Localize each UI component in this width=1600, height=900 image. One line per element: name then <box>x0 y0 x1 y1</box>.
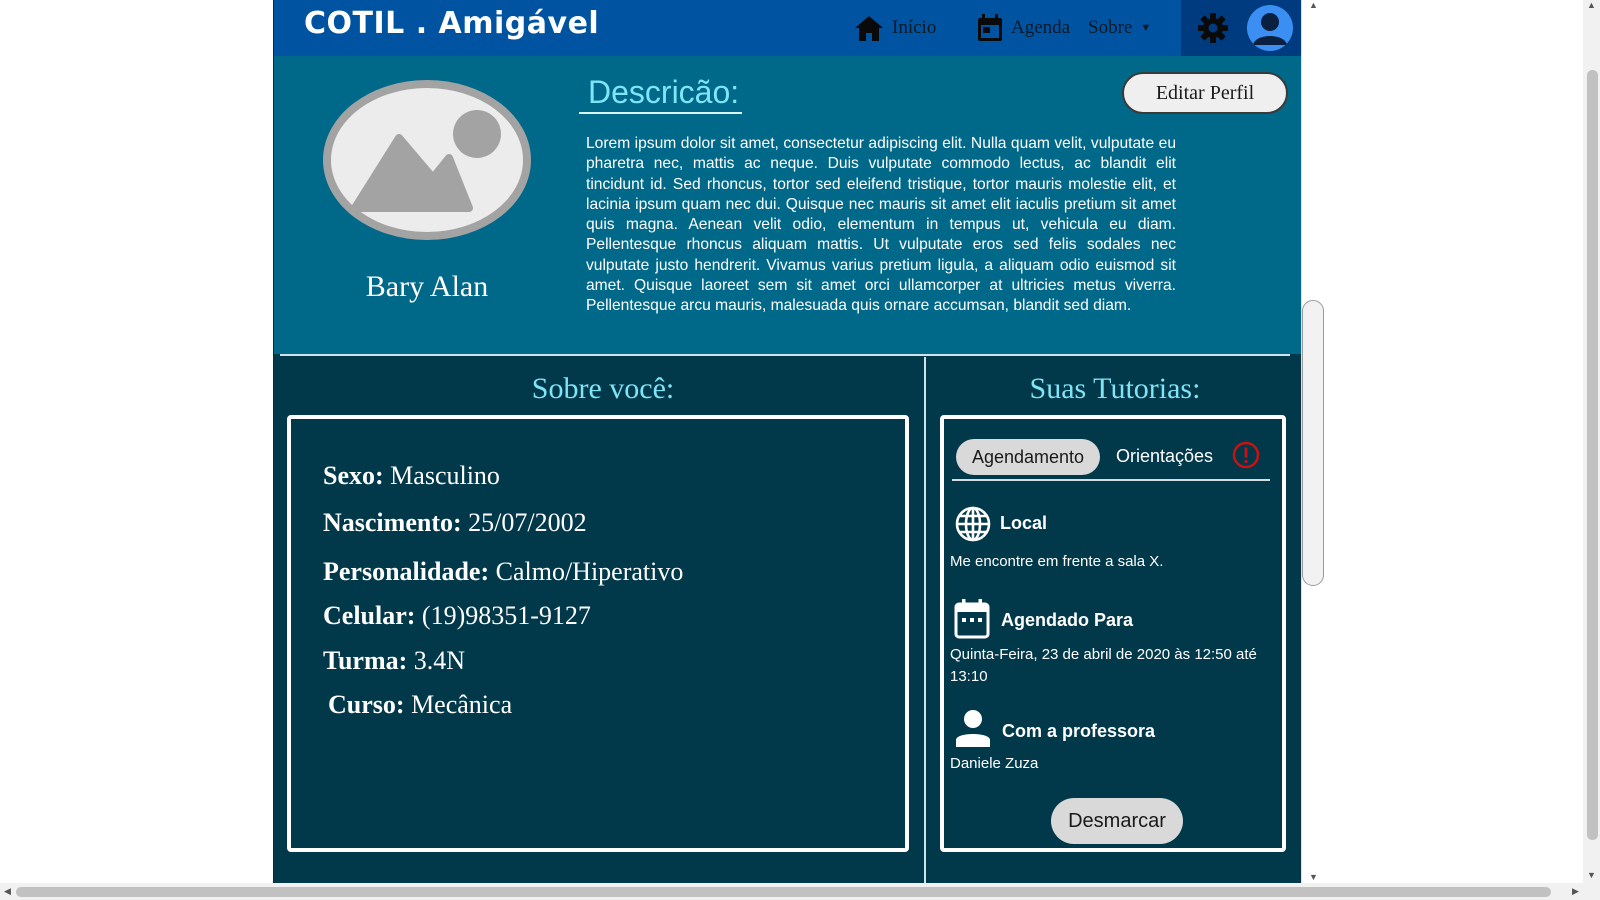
tab-agendamento[interactable]: Agendamento <box>956 439 1100 475</box>
nav-sobre-label: Sobre <box>1088 17 1133 38</box>
about-nascimento: Nascimento: 25/07/2002 <box>323 508 587 538</box>
page-scroll-up-arrow[interactable]: ▲ <box>1587 0 1596 10</box>
about-nascimento-label: Nascimento: <box>323 508 462 537</box>
about-curso: Curso: Mecânica <box>328 690 512 720</box>
about-turma: Turma: 3.4N <box>323 646 465 676</box>
description-title: Descricão: <box>579 74 743 114</box>
tutorials-title: Suas Tutorias: <box>1029 372 1201 405</box>
calendar-icon <box>978 14 1002 41</box>
about-celular-label: Celular: <box>323 601 416 630</box>
gear-icon[interactable] <box>1197 12 1229 44</box>
about-curso-value: Mecânica <box>411 690 513 719</box>
about-celular: Celular: (19)98351-9127 <box>323 601 591 631</box>
cancel-button[interactable]: Desmarcar <box>1051 798 1183 844</box>
tutorials-panel: Agendamento Orientações Local Me encontr… <box>940 415 1286 852</box>
about-nascimento-value: 25/07/2002 <box>468 508 587 537</box>
nav-inicio-label: Início <box>892 17 937 38</box>
about-panel: Sexo: Masculino Nascimento: 25/07/2002 P… <box>287 415 909 852</box>
edit-profile-button[interactable]: Editar Perfil <box>1122 72 1288 114</box>
scroll-left-arrow[interactable]: ◀ <box>4 886 11 897</box>
schedule-text: Quinta-Feira, 23 de abril de 2020 às 12:… <box>950 646 1257 685</box>
about-curso-label: Curso: <box>328 690 405 719</box>
caret-down-icon: ▼ <box>1140 22 1152 34</box>
description-text: Lorem ipsum dolor sit amet, consectetur … <box>586 135 1176 315</box>
scroll-up-arrow[interactable]: ▲ <box>1309 0 1318 10</box>
horizontal-scroll-thumb[interactable] <box>16 887 1551 897</box>
teacher-title: Com a professora <box>1002 721 1156 741</box>
about-personalidade: Personalidade: Calmo/Hiperativo <box>323 557 683 587</box>
inner-scroll-thumb[interactable] <box>1302 300 1324 586</box>
about-sexo-value: Masculino <box>390 461 500 490</box>
scroll-right-arrow[interactable]: ▶ <box>1572 886 1579 897</box>
tab-orientacoes[interactable]: Orientações <box>1116 446 1213 467</box>
about-celular-value: (19)98351-9127 <box>421 601 591 630</box>
about-personalidade-value: Calmo/Hiperativo <box>495 557 684 586</box>
user-silhouette-icon <box>1253 13 1287 45</box>
local-text: Me encontre em frente a sala X. <box>950 553 1164 570</box>
profile-name: Bary Alan <box>365 270 489 303</box>
profile-section: Bary Alan Descricão: Lorem ipsum dolor s… <box>274 56 1302 354</box>
about-personalidade-label: Personalidade: <box>323 557 490 586</box>
scroll-down-arrow[interactable]: ▼ <box>1309 872 1318 882</box>
inner-vertical-scrollbar[interactable]: ▲ ▼ <box>1301 0 1326 883</box>
local-title: Local <box>1000 513 1048 533</box>
tabs-underline <box>952 479 1270 481</box>
teacher-text: Daniele Zuza <box>950 755 1039 772</box>
schedule-title: Agendado Para <box>1001 610 1134 630</box>
column-divider <box>924 357 926 883</box>
nav-agenda-label: Agenda <box>1011 17 1071 38</box>
page-scroll-down-arrow[interactable]: ▼ <box>1587 870 1596 880</box>
nav-actions <box>1181 0 1302 56</box>
about-turma-label: Turma: <box>323 646 408 675</box>
image-placeholder-icon[interactable] <box>321 78 533 242</box>
section-divider <box>280 354 1290 356</box>
about-sexo-label: Sexo: <box>323 461 384 490</box>
calendar-icon <box>954 599 990 639</box>
person-icon <box>956 710 990 747</box>
page-vertical-scrollbar[interactable]: ▲ ▼ <box>1583 0 1600 883</box>
about-turma-value: 3.4N <box>413 646 466 675</box>
user-avatar-icon[interactable] <box>1247 5 1293 51</box>
about-title: Sobre você: <box>531 372 675 405</box>
globe-icon <box>955 506 991 542</box>
about-sexo: Sexo: Masculino <box>323 461 500 491</box>
alert-icon[interactable] <box>1232 441 1260 469</box>
brand-logo[interactable]: COTIL . Amigável <box>304 6 599 41</box>
nav-sobre-dropdown[interactable]: Sobre ▼ <box>1088 10 1151 46</box>
nav-agenda[interactable]: Agenda <box>977 10 1070 46</box>
page-horizontal-scrollbar[interactable]: ◀ ▶ <box>0 883 1600 900</box>
navbar: COTIL . Amigável Início Agenda Sobre ▼ <box>274 0 1302 57</box>
app-frame: COTIL . Amigável Início Agenda Sobre ▼ B… <box>273 0 1302 883</box>
nav-inicio[interactable]: Início <box>854 10 936 46</box>
home-icon <box>855 16 883 41</box>
page-scroll-thumb[interactable] <box>1587 70 1598 840</box>
